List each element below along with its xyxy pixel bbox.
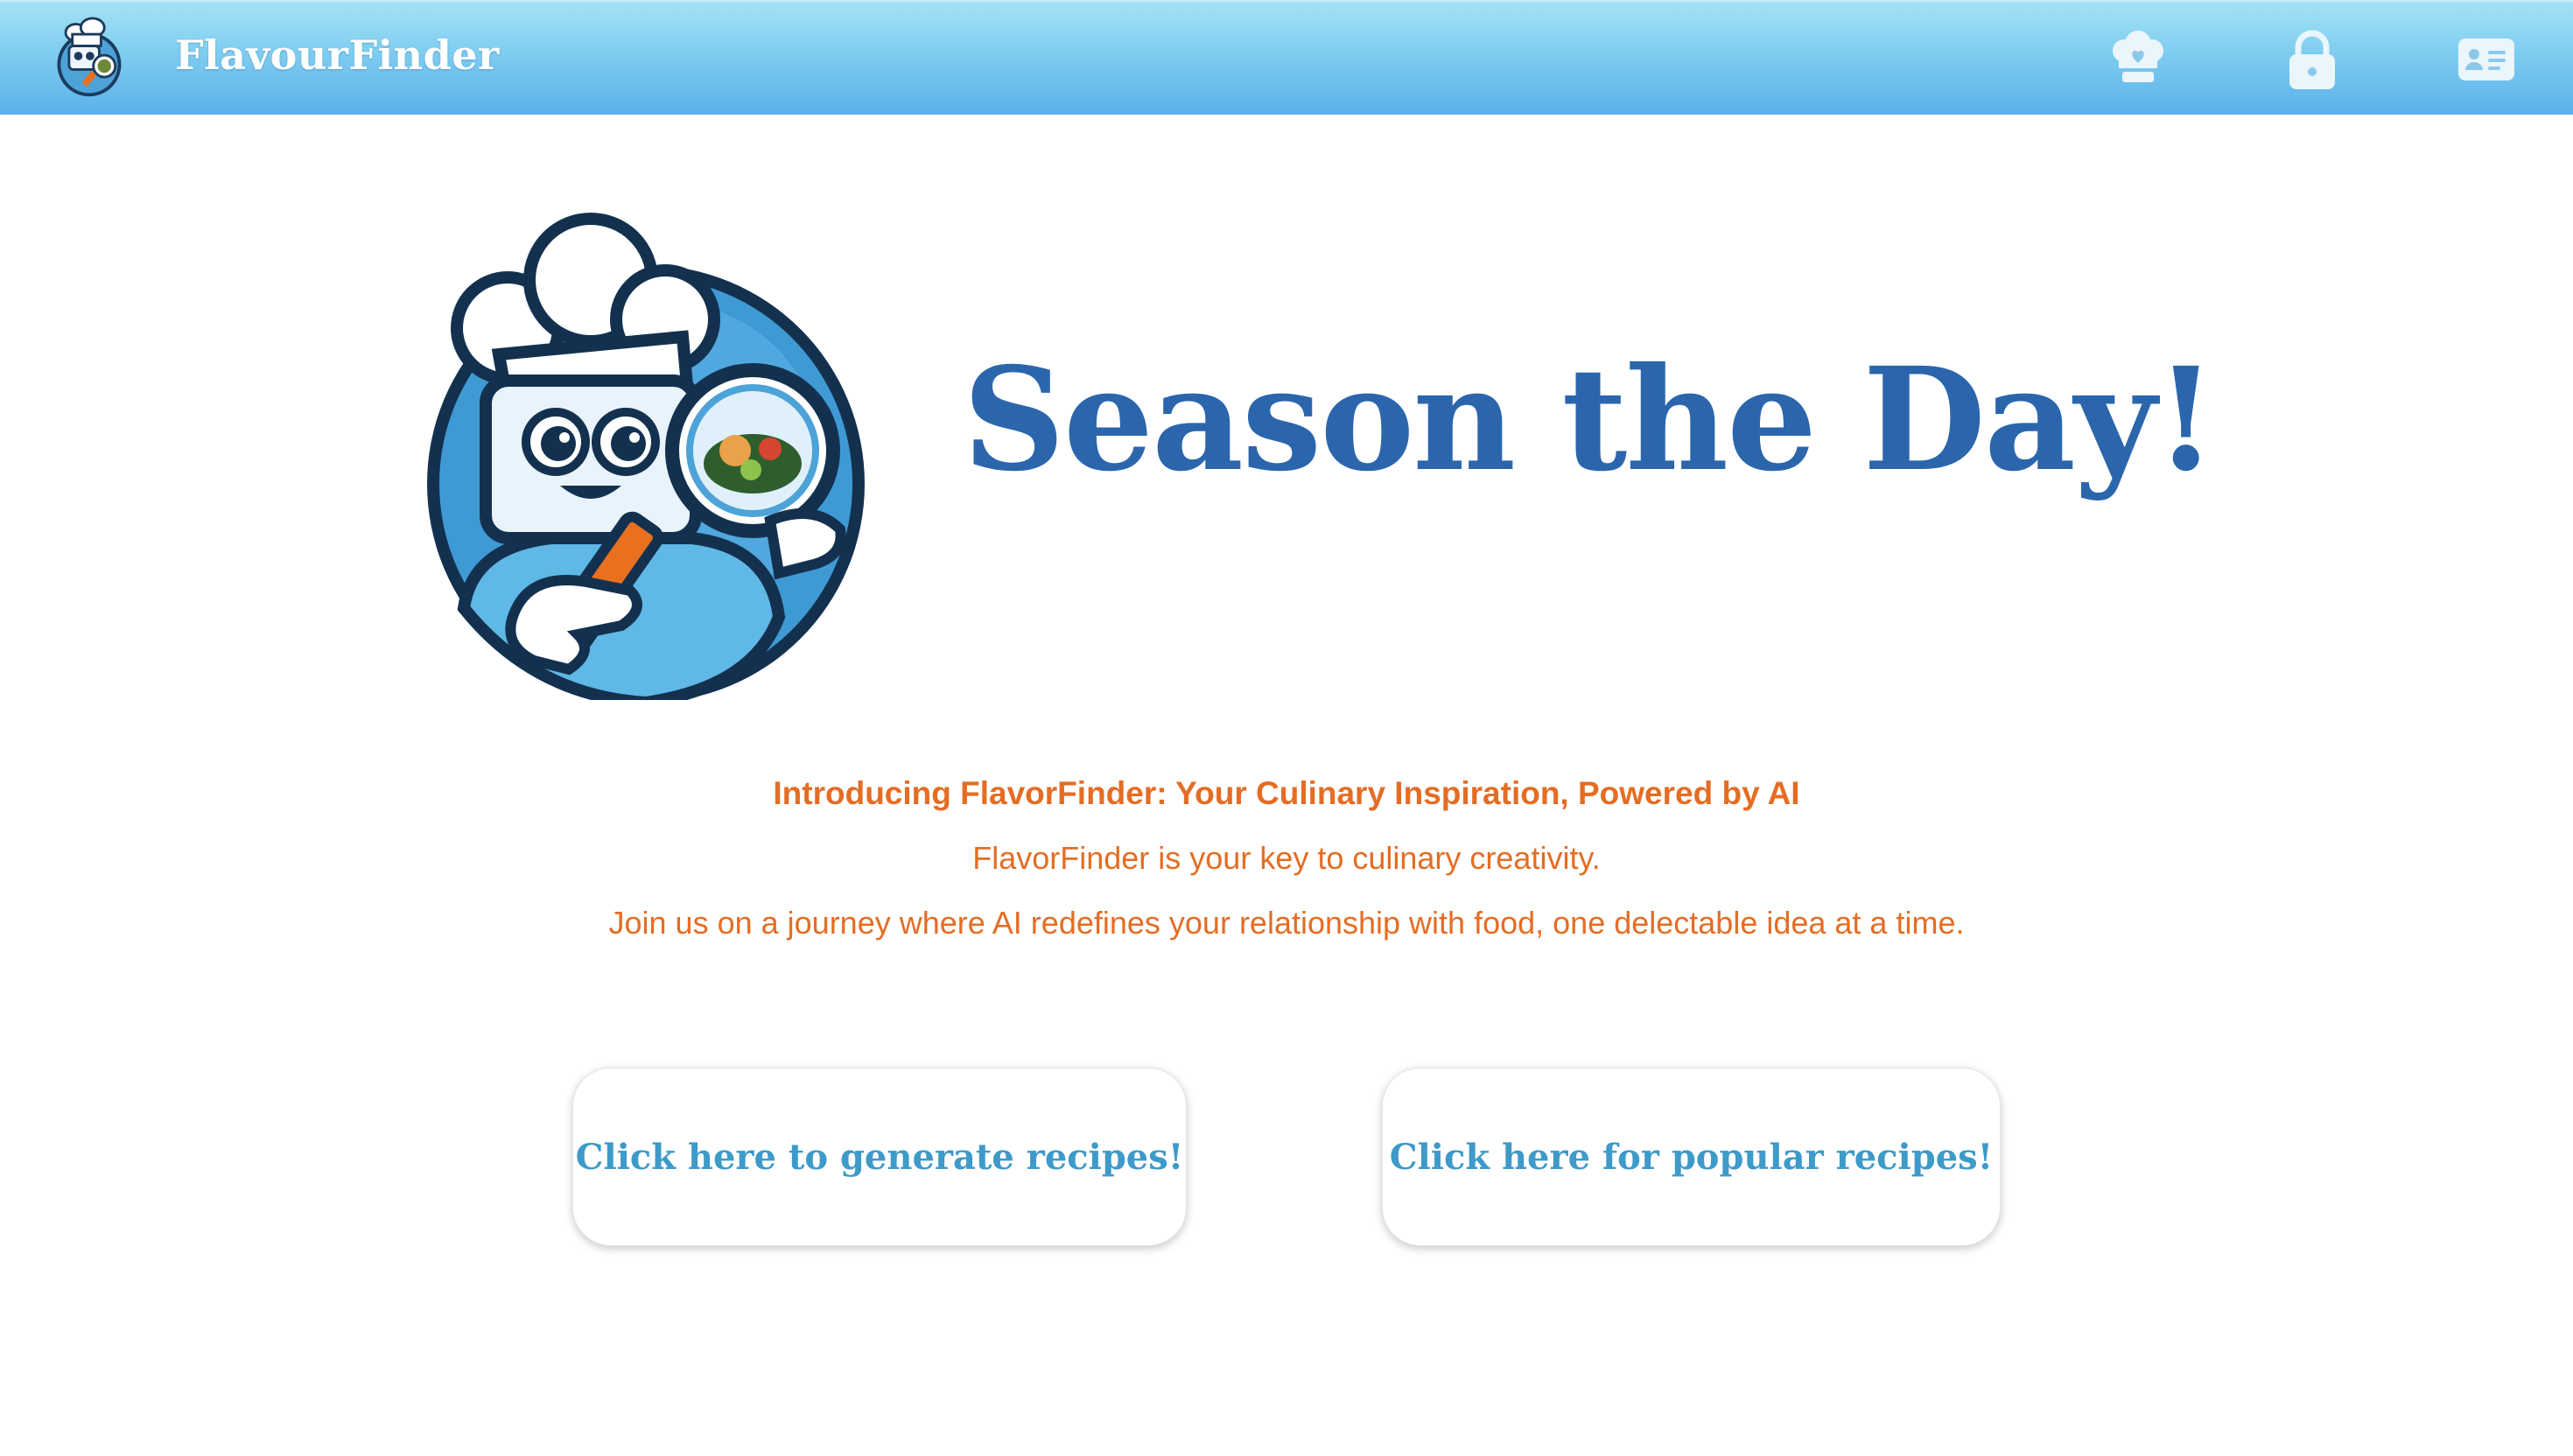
intro-title: Introducing FlavorFinder: Your Culinary … (773, 775, 1800, 811)
chef-robot-mascot-icon (403, 197, 875, 710)
id-card-icon[interactable] (2451, 24, 2521, 94)
app-logo-icon[interactable] (46, 16, 130, 100)
app-title[interactable]: FlavourFinder (175, 32, 500, 79)
top-navbar: FlavourFinder (0, 0, 2573, 115)
popular-recipes-button[interactable]: Click here for popular recipes! (1382, 1068, 2001, 1246)
generate-recipes-button[interactable]: Click here to generate recipes! (572, 1068, 1187, 1246)
hero-headline: Season the Day! (963, 337, 2217, 503)
intro-line-2: Join us on a journey where AI redefines … (608, 905, 1965, 941)
lock-icon[interactable] (2277, 24, 2347, 94)
chef-hat-heart-icon[interactable] (2103, 24, 2173, 94)
intro-line-1: FlavorFinder is your key to culinary cre… (972, 840, 1601, 876)
